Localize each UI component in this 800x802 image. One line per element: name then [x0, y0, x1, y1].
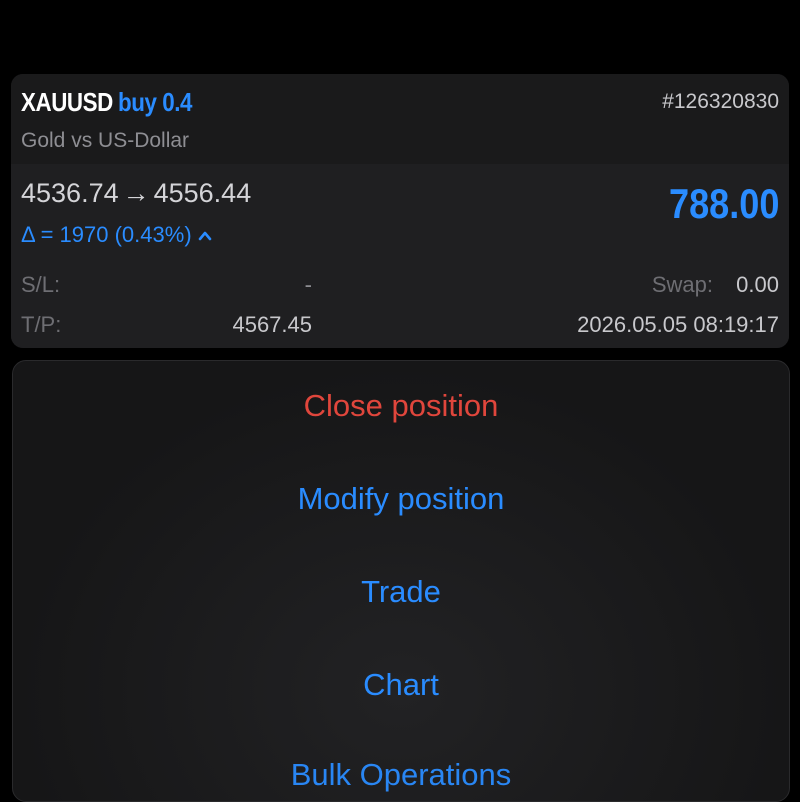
- chart-button[interactable]: Chart: [13, 667, 789, 703]
- symbol-description: Gold vs US-Dollar: [21, 129, 190, 152]
- current-price: 4556.44: [153, 178, 252, 208]
- arrow-right-icon: →: [122, 178, 150, 208]
- position-header: XAUUSD buy 0.4 #126320830 Gold vs US-Doll…: [11, 74, 789, 164]
- price-delta: Δ = 1970 (0.43%): [21, 222, 212, 248]
- delta-text: Δ = 1970 (0.43%): [21, 222, 192, 247]
- swap-value: 0.00: [736, 272, 779, 297]
- sl-label: S/L:: [21, 272, 61, 297]
- trade-button[interactable]: Trade: [13, 574, 789, 610]
- symbol-name: XAUUSD: [21, 87, 113, 117]
- position-card[interactable]: XAUUSD buy 0.4 #126320830 Gold vs US-Doll…: [11, 74, 789, 348]
- modify-position-button[interactable]: Modify position: [13, 481, 789, 517]
- order-id: #126320830: [662, 90, 779, 113]
- action-sheet: Close position Modify position Trade Cha…: [12, 360, 790, 802]
- side-volume: buy 0.4: [118, 87, 193, 117]
- open-time: 2026.05.05 08:19:17: [577, 312, 779, 337]
- open-price: 4536.74: [21, 178, 119, 208]
- symbol-line: XAUUSD buy 0.4: [21, 87, 192, 118]
- profit-value: 788.00: [668, 180, 779, 227]
- position-details: 4536.74 → 4556.44 Δ = 1970 (0.43%) 788.00 …: [11, 164, 789, 348]
- tp-value: 4567.45: [232, 312, 312, 337]
- price-range: 4536.74 → 4556.44: [21, 178, 251, 209]
- sl-value: -: [304, 272, 312, 297]
- swap-label: Swap:: [651, 272, 713, 297]
- tp-label: T/P:: [21, 312, 62, 337]
- bulk-operations-button[interactable]: Bulk Operations: [13, 757, 789, 793]
- chevron-up-icon: [198, 231, 211, 241]
- close-position-button[interactable]: Close position: [13, 388, 789, 424]
